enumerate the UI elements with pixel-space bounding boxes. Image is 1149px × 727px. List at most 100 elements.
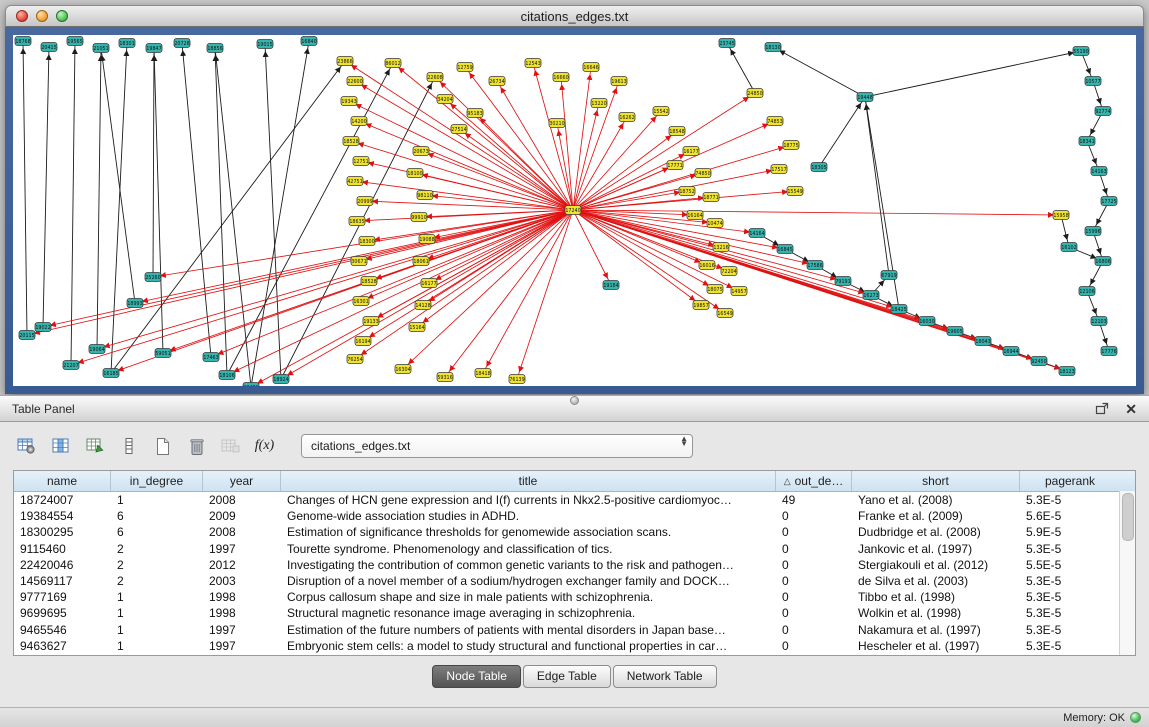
graph-node[interactable]: 12103 bbox=[1091, 317, 1107, 326]
graph-node[interactable]: 99910 bbox=[411, 213, 427, 222]
graph-node[interactable]: 16301 bbox=[353, 297, 369, 306]
graph-node[interactable]: 72204 bbox=[721, 267, 737, 276]
merge-tables-icon[interactable] bbox=[217, 433, 244, 459]
graph-node[interactable]: 10474 bbox=[707, 219, 723, 228]
tab-network-table[interactable]: Network Table bbox=[613, 665, 717, 688]
graph-node[interactable]: 13220 bbox=[591, 99, 607, 108]
citation-edge-red[interactable] bbox=[423, 210, 573, 305]
graph-node[interactable]: 67919 bbox=[881, 271, 897, 280]
graph-node[interactable]: 16016 bbox=[699, 261, 715, 270]
column-header-out_degree[interactable]: △out_de… bbox=[776, 471, 852, 491]
graph-node[interactable]: 14200 bbox=[351, 117, 367, 126]
graph-node[interactable]: 17463 bbox=[203, 353, 219, 362]
graph-node[interactable]: 13216 bbox=[713, 243, 729, 252]
zoom-window-button[interactable] bbox=[56, 10, 68, 22]
citation-edge-black[interactable] bbox=[154, 48, 163, 353]
graph-node[interactable]: 12543 bbox=[525, 59, 541, 68]
graph-node[interactable]: 21207 bbox=[63, 361, 79, 370]
graph-node[interactable]: 19613 bbox=[611, 77, 627, 86]
citation-edge-red[interactable] bbox=[393, 63, 573, 210]
graph-node[interactable]: 18528 bbox=[361, 277, 377, 286]
graph-node[interactable]: 92450 bbox=[1031, 357, 1047, 366]
graph-node[interactable]: 16194 bbox=[355, 337, 371, 346]
citation-edge-black[interactable] bbox=[819, 97, 865, 167]
citation-edge-black[interactable] bbox=[182, 43, 211, 357]
citation-edge-red[interactable] bbox=[573, 67, 591, 210]
graph-node[interactable]: 18528 bbox=[343, 137, 359, 146]
column-header-in_degree[interactable]: in_degree bbox=[111, 471, 203, 491]
graph-node[interactable]: 18061 bbox=[413, 257, 429, 266]
graph-node[interactable]: 30210 bbox=[549, 119, 565, 128]
graph-node[interactable]: 15549 bbox=[787, 187, 803, 196]
citation-edge-black[interactable] bbox=[111, 43, 127, 373]
graph-node[interactable]: 16646 bbox=[583, 63, 599, 72]
graph-node[interactable]: 16273 bbox=[863, 291, 879, 300]
graph-node[interactable]: 79191 bbox=[835, 277, 851, 286]
graph-node[interactable]: 59316 bbox=[437, 373, 453, 382]
graph-node[interactable]: 19088 bbox=[419, 235, 435, 244]
graph-node[interactable]: 12759 bbox=[457, 63, 473, 72]
citation-edge-black[interactable] bbox=[71, 41, 75, 365]
graph-node[interactable]: 17771 bbox=[667, 161, 683, 170]
citation-edge-red[interactable] bbox=[349, 101, 573, 210]
graph-node[interactable]: 25260 bbox=[145, 273, 161, 282]
graph-node[interactable]: 20999 bbox=[357, 197, 373, 206]
table-row[interactable]: 946362711997Embryonic stem cells: a mode… bbox=[14, 638, 1120, 654]
citation-edge-red[interactable] bbox=[573, 131, 677, 210]
graph-node[interactable]: 12106 bbox=[1079, 287, 1095, 296]
graph-node[interactable]: 15164 bbox=[409, 323, 425, 332]
graph-node[interactable]: 92774 bbox=[1095, 107, 1111, 116]
graph-node[interactable]: 55190 bbox=[1073, 47, 1089, 56]
graph-node[interactable]: 20673 bbox=[413, 147, 429, 156]
graph-node[interactable]: 18993 bbox=[127, 299, 143, 308]
minimize-window-button[interactable] bbox=[36, 10, 48, 22]
graph-node[interactable]: 74850 bbox=[695, 169, 711, 178]
citation-edge-black[interactable] bbox=[727, 43, 755, 93]
graph-node[interactable]: 24850 bbox=[747, 89, 763, 98]
graph-node[interactable]: 16262 bbox=[619, 113, 635, 122]
graph-node[interactable]: 17776 bbox=[1101, 347, 1117, 356]
new-table-icon[interactable] bbox=[149, 433, 176, 459]
graph-node[interactable]: 18752 bbox=[679, 187, 695, 196]
graph-node[interactable]: 95183 bbox=[467, 109, 483, 118]
graph-node[interactable]: 20115 bbox=[19, 331, 35, 340]
graph-node[interactable]: 17725 bbox=[1101, 197, 1117, 206]
graph-node[interactable]: 16164 bbox=[687, 211, 703, 220]
graph-node[interactable]: 19064 bbox=[89, 345, 105, 354]
import-table-icon[interactable] bbox=[81, 433, 108, 459]
graph-node[interactable]: 23745 bbox=[719, 39, 735, 48]
graph-node[interactable]: 20415 bbox=[41, 43, 57, 52]
graph-node[interactable]: 16660 bbox=[553, 73, 569, 82]
graph-node[interactable]: 18106 bbox=[219, 371, 235, 380]
graph-node[interactable]: 14164 bbox=[749, 229, 765, 238]
graph-node[interactable]: 16944 bbox=[1003, 347, 1019, 356]
citation-edge-black[interactable] bbox=[23, 41, 27, 335]
vertical-scrollbar[interactable] bbox=[1119, 491, 1135, 655]
table-row[interactable]: 946554611997Estimation of the future num… bbox=[14, 622, 1120, 638]
citation-edge-black[interactable] bbox=[97, 48, 101, 349]
tab-edge-table[interactable]: Edge Table bbox=[523, 665, 611, 688]
pane-splitter-handle[interactable] bbox=[570, 396, 579, 405]
citation-edge-black[interactable] bbox=[101, 48, 135, 303]
column-header-pagerank[interactable]: pagerank bbox=[1020, 471, 1120, 491]
graph-node[interactable]: 17586 bbox=[807, 261, 823, 270]
window-titlebar[interactable]: citations_edges.txt bbox=[5, 5, 1144, 27]
graph-node[interactable]: 20728 bbox=[174, 39, 190, 48]
graph-node[interactable]: 23866 bbox=[337, 57, 353, 66]
graph-node[interactable]: 17240 bbox=[565, 206, 581, 215]
graph-node[interactable]: 18771 bbox=[703, 193, 719, 202]
graph-node[interactable]: 18300 bbox=[359, 237, 375, 246]
delete-table-icon[interactable] bbox=[183, 433, 210, 459]
close-window-button[interactable] bbox=[16, 10, 28, 22]
graph-node[interactable]: 20491 bbox=[243, 383, 259, 387]
graph-node[interactable]: 18775 bbox=[783, 141, 799, 150]
graph-node[interactable]: 76139 bbox=[509, 375, 525, 384]
table-select-combobox[interactable]: citations_edges.txt ▲▼ bbox=[301, 434, 693, 458]
graph-node[interactable]: 22600 bbox=[347, 77, 363, 86]
graph-node[interactable]: 16304 bbox=[395, 365, 411, 374]
graph-node[interactable]: 15996 bbox=[1085, 227, 1101, 236]
citation-edge-black[interactable] bbox=[865, 97, 889, 275]
graph-node[interactable]: 16840 bbox=[301, 37, 317, 46]
graph-node[interactable]: 18768 bbox=[15, 37, 31, 46]
column-header-title[interactable]: title bbox=[281, 471, 776, 491]
